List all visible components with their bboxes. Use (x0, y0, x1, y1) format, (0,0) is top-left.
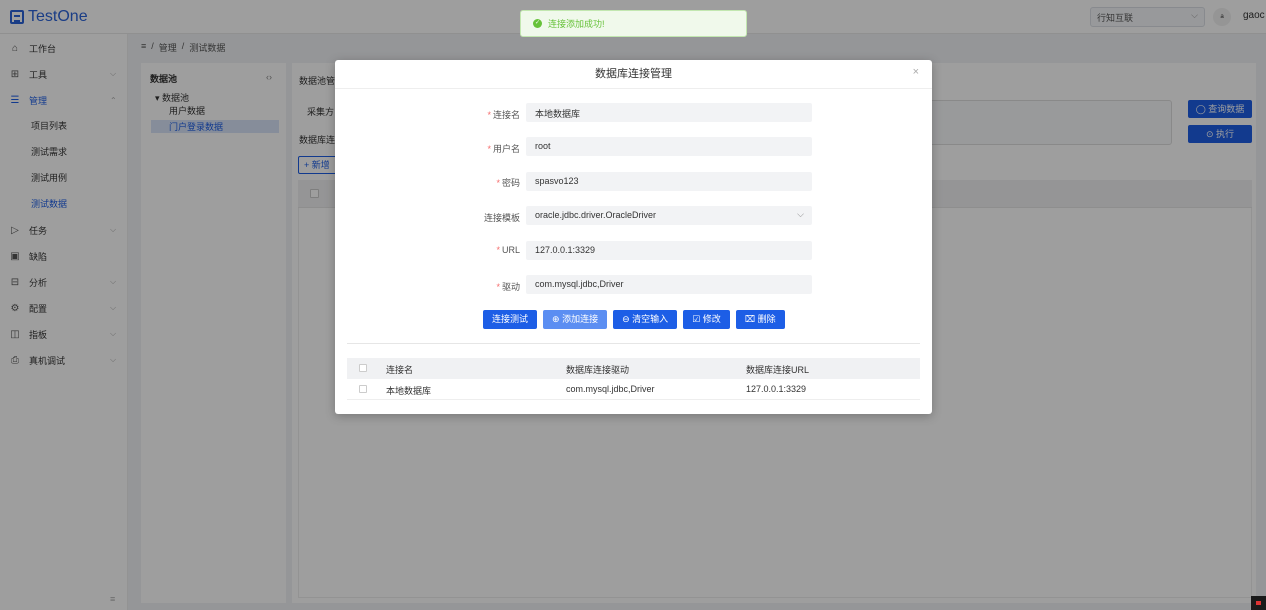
edit-button[interactable]: ☑ 修改 (683, 310, 730, 329)
required-mark: * (487, 110, 491, 120)
cell-driver: com.mysql.jdbc,Driver (566, 384, 655, 394)
driver-input[interactable]: com.mysql.jdbc,Driver (526, 275, 812, 294)
add-connection-label: 添加连接 (562, 314, 599, 324)
col-conn-name: 连接名 (386, 365, 414, 375)
success-toast: ✓ 连接添加成功! (520, 10, 747, 37)
chevron-down-icon: ⌵ (797, 209, 804, 219)
required-mark: * (487, 144, 491, 154)
driver-label-text: 驱动 (501, 282, 520, 292)
username-label: * 用户名 (475, 142, 520, 155)
trash-icon: ⌧ (744, 314, 758, 324)
cell-conn-name: 本地数据库 (386, 386, 432, 396)
db-connection-dialog: 数据库连接管理 × * 连接名 本地数据库 * 用户名 root * 密码 spasv… (335, 60, 932, 414)
edit-label: 修改 (702, 314, 721, 324)
clear-input-button[interactable]: ⊖ 清空输入 (613, 310, 678, 329)
template-select-value: oracle.jdbc.driver.OracleDriver (535, 210, 657, 220)
password-input[interactable]: spasvo123 (526, 172, 812, 191)
dialog-title: 数据库连接管理 (335, 60, 932, 89)
add-connection-button[interactable]: ⊕ 添加连接 (543, 310, 608, 329)
url-label: * URL (475, 245, 520, 255)
test-connection-button[interactable]: 连接测试 (483, 310, 538, 329)
col-driver: 数据库连接驱动 (566, 365, 630, 375)
toast-message: 连接添加成功! (548, 19, 605, 29)
col-url: 数据库连接URL (746, 365, 810, 375)
delete-label: 删除 (757, 314, 776, 324)
username-label-text: 用户名 (492, 144, 520, 154)
row-checkbox[interactable] (359, 385, 367, 393)
cell-url: 127.0.0.1:3329 (746, 384, 807, 394)
dialog-button-row: 连接测试 ⊕ 添加连接 ⊖ 清空输入 ☑ 修改 ⌧ 删除 (483, 310, 785, 329)
template-select[interactable]: oracle.jdbc.driver.OracleDriver ⌵ (526, 206, 812, 225)
dialog-divider (347, 343, 920, 344)
check-circle-icon: ✓ (533, 19, 542, 28)
required-mark: * (496, 245, 500, 255)
minus-circle-icon: ⊖ (622, 314, 633, 324)
connection-table-header: 连接名 数据库连接驱动 数据库连接URL (347, 358, 920, 379)
url-label-text: URL (501, 245, 520, 255)
url-input[interactable]: 127.0.0.1:3329 (526, 241, 812, 260)
conn-name-label-text: 连接名 (492, 110, 520, 120)
close-icon[interactable]: × (913, 66, 919, 78)
password-label: * 密码 (475, 176, 520, 189)
required-mark: * (496, 282, 500, 292)
delete-button[interactable]: ⌧ 删除 (735, 310, 785, 329)
corner-badge-icon[interactable] (1251, 596, 1266, 610)
clear-input-label: 清空输入 (632, 314, 669, 324)
select-all-checkbox[interactable] (359, 364, 367, 372)
username-input[interactable]: root (526, 137, 812, 156)
required-mark: * (496, 178, 500, 188)
template-label: 连接模板 (483, 213, 520, 223)
driver-label: * 驱动 (475, 280, 520, 293)
edit-icon: ☑ (692, 314, 703, 324)
conn-name-input[interactable]: 本地数据库 (526, 103, 812, 122)
table-row[interactable]: 本地数据库 com.mysql.jdbc,Driver 127.0.0.1:33… (347, 379, 920, 400)
plus-circle-icon: ⊕ (552, 314, 563, 324)
password-label-text: 密码 (501, 178, 520, 188)
conn-name-label: * 连接名 (475, 108, 520, 121)
